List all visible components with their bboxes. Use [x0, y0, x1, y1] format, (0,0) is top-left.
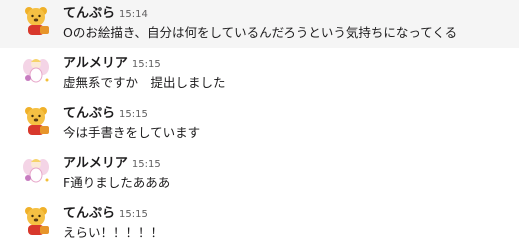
message-row[interactable]: てんぷら 15:14 Oのお絵描き、自分は何をしているんだろうという気持ちになって… [0, 0, 519, 48]
fairy-avatar-icon[interactable] [20, 54, 52, 86]
message-header: てんぷら 15:15 [63, 203, 148, 221]
message-header: アルメリア 15:15 [63, 53, 161, 71]
user-name[interactable]: アルメリア [63, 56, 128, 71]
timestamp[interactable]: 15:15 [119, 209, 148, 220]
user-name[interactable]: アルメリア [63, 156, 128, 171]
message-text: 今は手書きをしています [63, 125, 201, 140]
message-text: 虚無系ですか 提出しました [63, 75, 226, 90]
bear-avatar-icon[interactable] [20, 204, 52, 236]
bear-avatar-icon[interactable] [20, 4, 52, 36]
user-name[interactable]: てんぷら [63, 106, 115, 121]
message-text: Oのお絵描き、自分は何をしているんだろうという気持ちになってくる [63, 25, 458, 40]
timestamp[interactable]: 15:15 [132, 159, 161, 170]
fairy-avatar-icon[interactable] [20, 154, 52, 186]
message-header: てんぷら 15:15 [63, 103, 148, 121]
user-name[interactable]: てんぷら [63, 206, 115, 221]
message-header: てんぷら 15:14 [63, 3, 148, 21]
message-text: えらい！！！！！ [63, 225, 164, 240]
message-header: アルメリア 15:15 [63, 153, 161, 171]
bear-avatar-icon[interactable] [20, 104, 52, 136]
message-row[interactable]: アルメリア 15:15 虚無系ですか 提出しました [0, 50, 519, 98]
timestamp[interactable]: 15:14 [119, 9, 148, 20]
timestamp[interactable]: 15:15 [132, 59, 161, 70]
message-row[interactable]: てんぷら 15:15 今は手書きをしています [0, 100, 519, 148]
timestamp[interactable]: 15:15 [119, 109, 148, 120]
user-name[interactable]: てんぷら [63, 6, 115, 21]
message-row[interactable]: てんぷら 15:15 えらい！！！！！ [0, 200, 519, 248]
message-text: F通りましたあああ [63, 175, 171, 190]
chat-message-list: てんぷら 15:14 Oのお絵描き、自分は何をしているんだろうという気持ちになって… [0, 0, 519, 251]
message-row[interactable]: アルメリア 15:15 F通りましたあああ [0, 150, 519, 198]
